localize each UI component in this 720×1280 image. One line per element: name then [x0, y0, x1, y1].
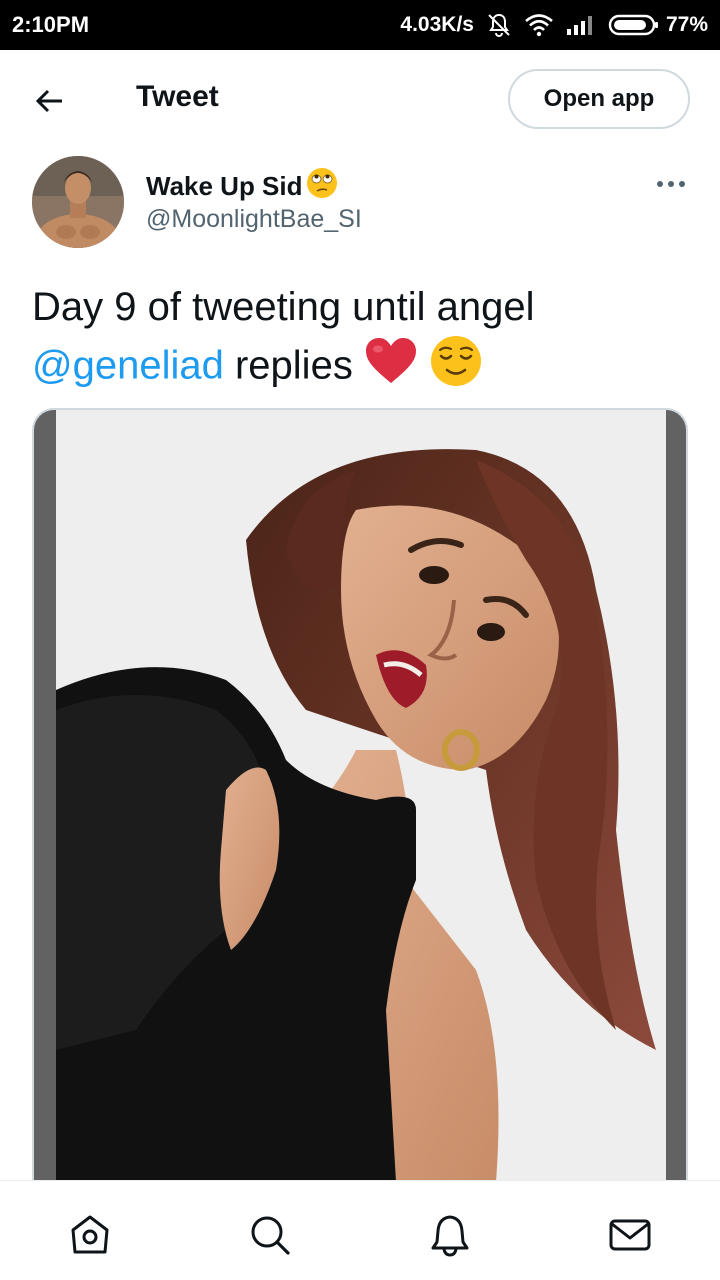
home-icon: [71, 1215, 109, 1254]
more-dot-icon: [657, 181, 663, 187]
mention-link[interactable]: @geneliad: [32, 344, 224, 388]
notifications-icon: [431, 1215, 469, 1257]
nav-messages-button[interactable]: [606, 1211, 654, 1259]
open-app-button[interactable]: Open app: [508, 69, 690, 129]
back-button[interactable]: [30, 82, 68, 120]
tweet-media[interactable]: [32, 408, 688, 1180]
nav-home-button[interactable]: [66, 1211, 114, 1259]
relieved-face-emoji-icon: [429, 334, 483, 402]
author-name-text: Wake Up Sid: [146, 171, 303, 201]
tweet-author: Wake Up Sid @MoonlightBae_SI: [0, 150, 720, 260]
nav-search-button[interactable]: [246, 1211, 294, 1259]
battery-percent: 77%: [665, 13, 708, 36]
author-name[interactable]: Wake Up Sid: [146, 166, 339, 207]
bottom-navigation: [0, 1180, 720, 1280]
more-dot-icon: [679, 181, 685, 187]
author-handle[interactable]: @MoonlightBae_SI: [146, 205, 362, 234]
nav-notifications-button[interactable]: [426, 1211, 474, 1259]
tweet-photo[interactable]: [56, 410, 666, 1180]
messages-icon: [609, 1219, 651, 1251]
avatar[interactable]: [32, 156, 124, 248]
rolling-eyes-emoji-icon: [305, 166, 339, 207]
tweet-text-part: replies: [234, 343, 353, 388]
wifi-icon: [524, 13, 554, 37]
page-title: Tweet: [136, 80, 219, 113]
more-options-button[interactable]: [652, 174, 690, 194]
more-dot-icon: [668, 181, 674, 187]
mute-icon: [486, 12, 512, 38]
back-arrow-icon: [35, 89, 62, 113]
status-bar: 2:10PM 4.03K/s 77%: [0, 0, 720, 50]
tweet-text-part: Day 9 of tweeting until angel: [32, 285, 535, 329]
signal-icon: [566, 13, 596, 37]
red-heart-emoji-icon: [364, 337, 418, 399]
battery-indicator: 77%: [608, 13, 708, 37]
battery-icon: [608, 14, 658, 36]
top-app-bar: Tweet Open app: [0, 50, 720, 150]
status-time: 2:10PM: [12, 12, 90, 37]
status-right: 4.03K/s 77%: [400, 12, 708, 38]
search-icon: [251, 1216, 290, 1255]
network-speed: 4.03K/s: [400, 13, 474, 36]
tweet-text: Day 9 of tweeting until angel @geneliad …: [32, 280, 692, 402]
